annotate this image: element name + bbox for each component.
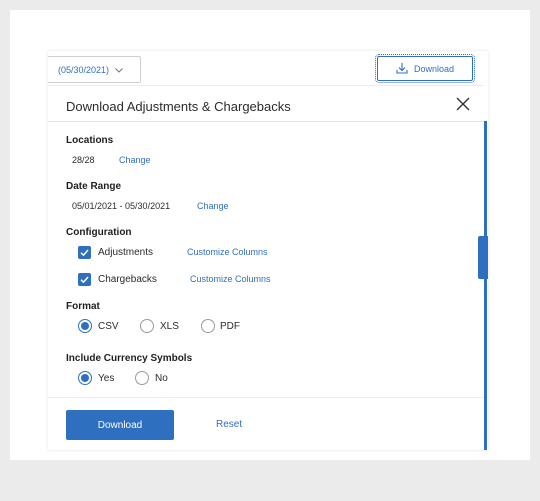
adjustments-checkbox[interactable] (78, 246, 91, 259)
dialog-title: Download Adjustments & Chargebacks (66, 99, 291, 114)
format-csv-radio[interactable] (78, 319, 92, 333)
chargebacks-label: Chargebacks (98, 274, 157, 285)
format-heading: Format (66, 301, 100, 312)
chargebacks-customize-columns-link[interactable]: Customize Columns (190, 274, 271, 284)
format-csv-label: CSV (98, 321, 119, 332)
date-range-value: 05/01/2021 - 05/30/2021 (72, 201, 171, 211)
header-divider (48, 85, 484, 86)
currency-yes-label: Yes (98, 373, 115, 384)
currency-heading: Include Currency Symbols (66, 353, 193, 364)
download-icon (396, 62, 408, 76)
format-xls-radio[interactable] (140, 319, 154, 333)
date-range-heading: Date Range (66, 181, 122, 192)
download-dialog: (05/30/2021) Download Download Adjustmen… (48, 51, 488, 450)
footer-divider (48, 397, 484, 398)
download-button[interactable]: Download (66, 410, 174, 440)
toolbar-download-button[interactable]: Download (375, 54, 475, 83)
format-xls-label: XLS (160, 321, 179, 332)
currency-no-label: No (155, 373, 168, 384)
adjustments-label: Adjustments (98, 247, 154, 258)
chargebacks-checkbox[interactable] (78, 273, 91, 286)
title-divider (48, 121, 484, 122)
reset-button[interactable]: Reset (216, 419, 242, 430)
currency-yes-radio[interactable] (78, 371, 92, 385)
format-pdf-label: PDF (220, 321, 240, 332)
locations-heading: Locations (66, 135, 114, 146)
format-pdf-radio[interactable] (201, 319, 215, 333)
feedback-side-tab[interactable] (478, 236, 488, 279)
configuration-heading: Configuration (66, 227, 132, 238)
scrollbar[interactable] (484, 121, 487, 450)
locations-change-link[interactable]: Change (119, 155, 151, 165)
date-range-change-link[interactable]: Change (197, 201, 229, 211)
date-range-dropdown[interactable]: (05/30/2021) (48, 56, 141, 83)
currency-no-radio[interactable] (135, 371, 149, 385)
adjustments-customize-columns-link[interactable]: Customize Columns (187, 247, 268, 257)
date-range-dropdown-value: (05/30/2021) (58, 64, 110, 75)
close-icon[interactable] (454, 95, 472, 113)
chevron-down-icon (115, 65, 123, 75)
locations-value: 28/28 (72, 155, 95, 165)
toolbar-download-label: Download (413, 63, 455, 74)
